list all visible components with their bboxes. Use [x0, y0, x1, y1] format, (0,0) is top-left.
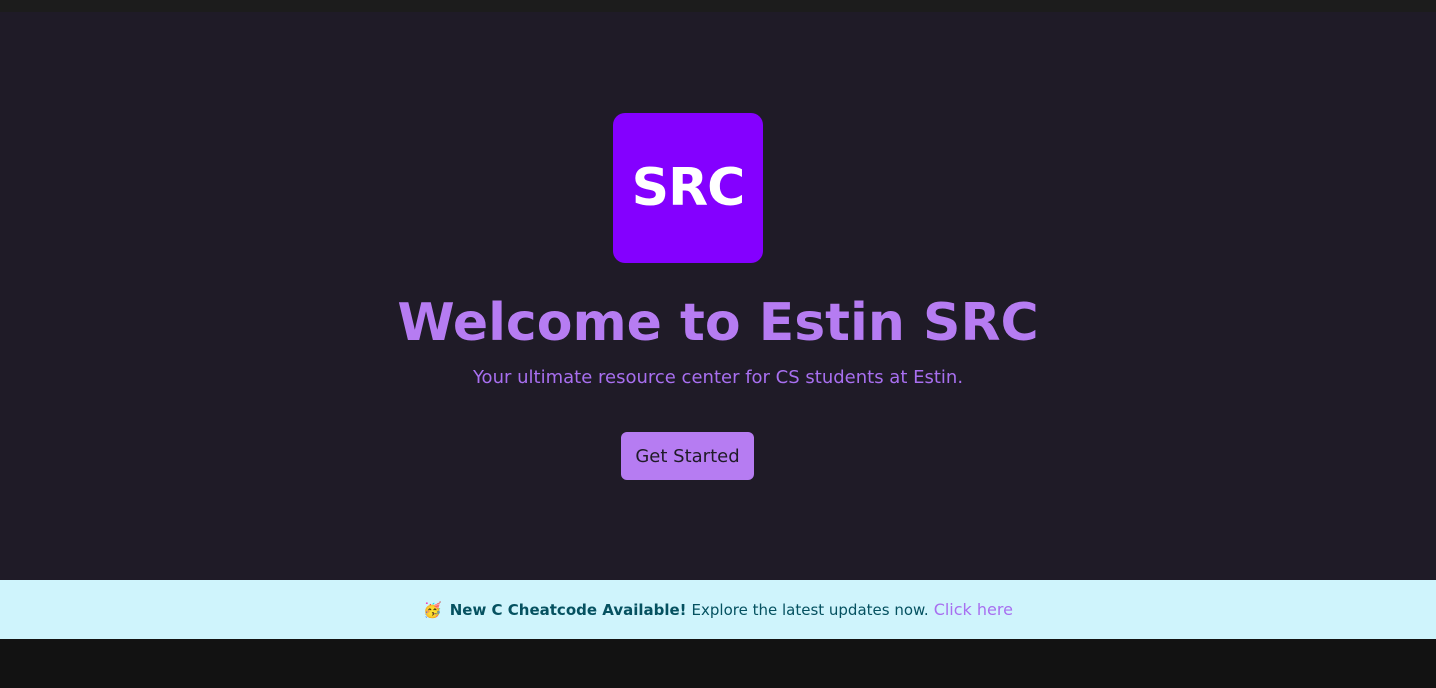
banner-link[interactable]: Click here — [934, 600, 1013, 619]
party-face-icon: 🥳 — [423, 600, 442, 619]
page-title: Welcome to Estin SRC — [397, 293, 1039, 353]
logo-text: SRC — [631, 158, 746, 218]
top-bar — [0, 0, 1436, 12]
banner-message: Explore the latest updates now. — [691, 600, 929, 619]
banner-headline: New C Cheatcode Available! — [449, 600, 687, 619]
src-logo: SRC — [613, 113, 763, 263]
page-subtitle: Your ultimate resource center for CS stu… — [472, 367, 964, 388]
page-footer-area — [0, 639, 1436, 688]
hero-section: SRC Welcome to Estin SRC Your ultimate r… — [0, 12, 1436, 580]
announcement-banner: 🥳 New C Cheatcode Available! Explore the… — [0, 580, 1436, 639]
get-started-button[interactable]: Get Started — [621, 432, 754, 480]
